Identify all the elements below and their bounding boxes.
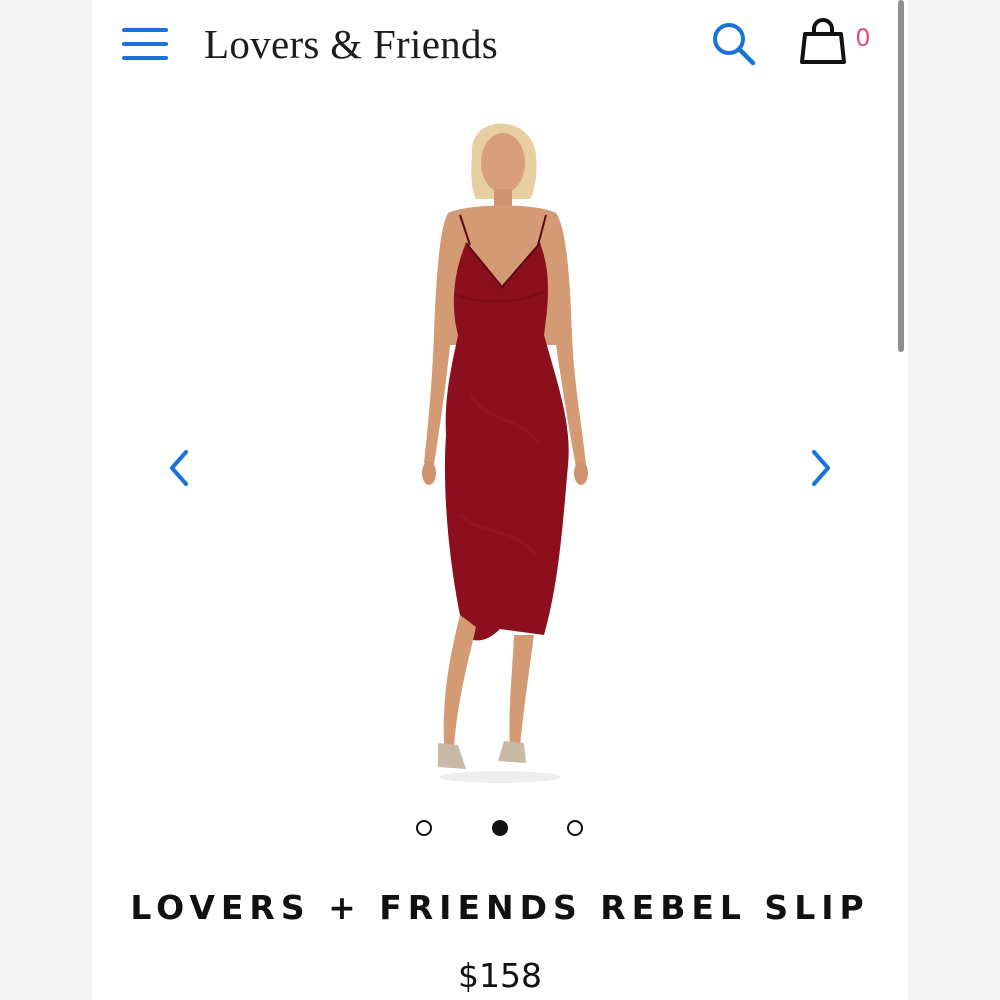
previous-image-button[interactable] bbox=[160, 448, 200, 488]
search-button[interactable] bbox=[710, 20, 760, 68]
next-image-button[interactable] bbox=[800, 448, 840, 488]
carousel-dot-2-active[interactable] bbox=[492, 820, 508, 836]
cart-count-badge: 0 bbox=[856, 24, 870, 52]
product-photo bbox=[422, 123, 588, 783]
hamburger-menu-icon bbox=[122, 28, 168, 60]
shopping-bag-icon bbox=[800, 18, 846, 64]
brand-logo[interactable]: Lovers & Friends bbox=[204, 18, 564, 70]
product-title: LOVERS + FRIENDS REBEL SLIP bbox=[130, 888, 870, 927]
scrollbar[interactable] bbox=[898, 0, 904, 352]
menu-button[interactable] bbox=[122, 26, 168, 62]
chevron-left-icon bbox=[170, 450, 188, 486]
product-image[interactable] bbox=[300, 95, 700, 795]
search-icon bbox=[713, 23, 756, 66]
carousel-indicators bbox=[0, 818, 1000, 838]
chevron-right-icon bbox=[812, 450, 830, 486]
shopping-bag-button[interactable] bbox=[798, 18, 848, 66]
product-price: $158 bbox=[458, 956, 542, 995]
carousel-dot-3[interactable] bbox=[567, 820, 583, 836]
carousel-dot-1[interactable] bbox=[416, 820, 432, 836]
